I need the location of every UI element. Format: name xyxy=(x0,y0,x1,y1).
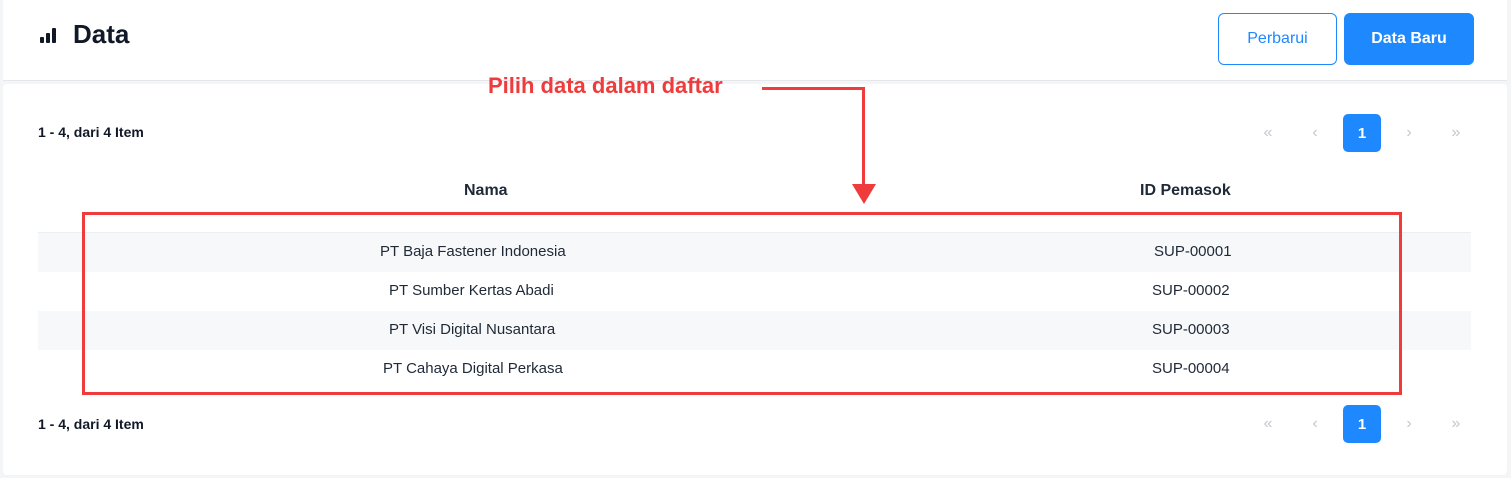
annotation-arrow-line xyxy=(762,87,865,90)
cell-nama: PT Sumber Kertas Abadi xyxy=(389,282,554,299)
next-page-button[interactable]: › xyxy=(1390,114,1428,152)
table-header: Nama ID Pemasok xyxy=(38,180,1471,233)
table-row[interactable]: PT Baja Fastener Indonesia SUP-00001 xyxy=(38,233,1471,272)
bar-chart-icon xyxy=(39,24,59,44)
column-header-id-pemasok[interactable]: ID Pemasok xyxy=(1140,180,1231,202)
cell-nama: PT Baja Fastener Indonesia xyxy=(380,243,566,260)
item-count-bottom: 1 - 4, dari 4 Item xyxy=(38,416,144,432)
cell-id-pemasok: SUP-00002 xyxy=(1152,282,1230,299)
cell-nama: PT Cahaya Digital Perkasa xyxy=(383,360,563,377)
prev-page-button[interactable]: ‹ xyxy=(1296,405,1334,443)
pagination-bottom: « ‹ 1 › » xyxy=(1249,405,1484,443)
annotation-arrow-head-icon xyxy=(852,184,876,204)
data-card: 1 - 4, dari 4 Item « ‹ 1 › » Nama ID Pem… xyxy=(3,84,1507,475)
annotation-arrow-line-vertical xyxy=(862,87,865,185)
title-group: Data xyxy=(39,18,129,50)
refresh-button[interactable]: Perbarui xyxy=(1218,13,1337,65)
page-1-button[interactable]: 1 xyxy=(1343,405,1381,443)
pagination-top: « ‹ 1 › » xyxy=(1249,114,1484,152)
cell-id-pemasok: SUP-00001 xyxy=(1154,243,1232,260)
page-title: Data xyxy=(73,19,130,49)
table-row[interactable]: PT Sumber Kertas Abadi SUP-00002 xyxy=(38,272,1471,311)
annotation-label: Pilih data dalam daftar xyxy=(488,73,723,98)
prev-page-button[interactable]: ‹ xyxy=(1296,114,1334,152)
last-page-button[interactable]: » xyxy=(1437,114,1475,152)
table-row[interactable]: PT Visi Digital Nusantara SUP-00003 xyxy=(38,311,1471,350)
item-count-top: 1 - 4, dari 4 Item xyxy=(38,124,144,140)
cell-nama: PT Visi Digital Nusantara xyxy=(389,321,556,338)
next-page-button[interactable]: › xyxy=(1390,405,1428,443)
page-1-button[interactable]: 1 xyxy=(1343,114,1381,152)
cell-id-pemasok: SUP-00004 xyxy=(1152,360,1230,377)
cell-id-pemasok: SUP-00003 xyxy=(1152,321,1230,338)
first-page-button[interactable]: « xyxy=(1249,405,1287,443)
table-row[interactable]: PT Cahaya Digital Perkasa SUP-00004 xyxy=(38,350,1471,389)
first-page-button[interactable]: « xyxy=(1249,114,1287,152)
last-page-button[interactable]: » xyxy=(1437,405,1475,443)
column-header-nama[interactable]: Nama xyxy=(464,180,508,202)
new-data-button[interactable]: Data Baru xyxy=(1344,13,1474,65)
page-header: Data Perbarui Data Baru xyxy=(3,0,1507,81)
